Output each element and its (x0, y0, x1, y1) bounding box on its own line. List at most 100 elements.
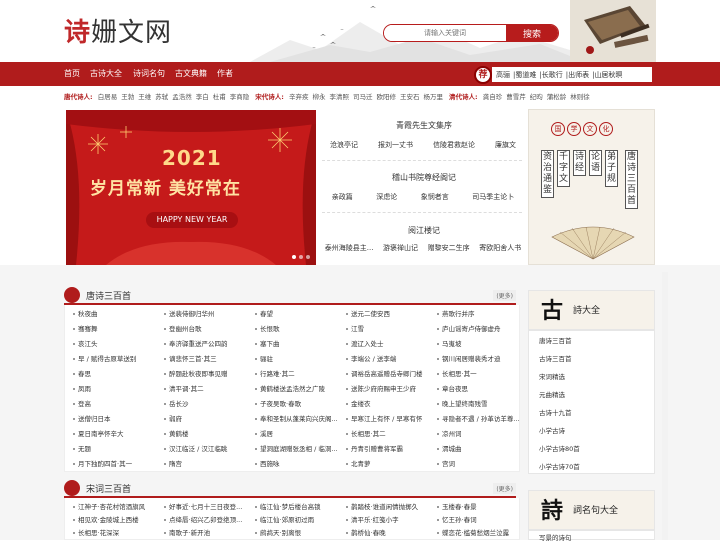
article-link[interactable]: 廉旗文 (495, 140, 516, 150)
poet-link[interactable]: 王勃 (121, 93, 134, 101)
poet-link[interactable]: 杨万里 (423, 93, 443, 101)
poem-link[interactable]: 点绛唇·绍兴乙卯登绝顶... (164, 514, 248, 524)
recommend-link[interactable]: 山居秋暝 (594, 70, 622, 80)
recommend-link[interactable]: 高骊 (496, 70, 510, 80)
poem-link[interactable]: 哀江头 (73, 338, 157, 348)
scrollbar[interactable] (662, 272, 668, 540)
article-link[interactable]: 信陵君救赵论 (433, 140, 475, 150)
poem-link[interactable]: 章台夜思 (437, 383, 521, 393)
poem-link[interactable]: 夏日南亭怀辛大 (73, 428, 157, 438)
poem-link[interactable]: 塞下曲 (255, 338, 339, 348)
article-link[interactable]: 报刘一丈书 (378, 140, 413, 150)
poet-link[interactable]: 林则徐 (570, 93, 590, 101)
poem-link[interactable]: 黄鹤楼 (164, 428, 248, 438)
book-link[interactable]: 千字文 (557, 150, 570, 187)
carousel-dot[interactable] (292, 255, 296, 259)
poem-link[interactable]: 骞骞舞 (73, 323, 157, 333)
recommend-link[interactable]: 出师表 (568, 70, 589, 80)
poem-link[interactable]: 宫词 (437, 458, 521, 468)
poem-link[interactable]: 庐山谣寄卢侍御虚舟 (437, 323, 521, 333)
poem-link[interactable]: 弱府 (164, 413, 248, 423)
category-link[interactable]: 元曲精选 (539, 389, 565, 399)
poet-link[interactable]: 苏轼 (155, 93, 168, 101)
poem-link[interactable]: 晚上望终南残雪 (437, 398, 521, 408)
poem-link[interactable]: 渡辽入处士 (346, 338, 430, 348)
poem-link[interactable]: 清平乐·红笺小字 (346, 514, 430, 524)
poem-link[interactable]: 醉题赴秋夜即事见赠 (164, 368, 248, 378)
poet-link[interactable]: 柳永 (312, 93, 325, 101)
article-link[interactable]: 沧浪亭记 (330, 140, 358, 150)
carousel-dot[interactable] (306, 255, 310, 259)
poet-link[interactable]: 纪昀 (530, 93, 543, 101)
section-title[interactable]: 阅江楼记 (324, 225, 524, 236)
poem-link[interactable]: 谪悲怀三首·其三 (164, 353, 248, 363)
poem-link[interactable]: 岳长沙 (164, 398, 248, 408)
site-logo[interactable]: 诗姗文网 (64, 12, 172, 49)
book-link[interactable]: 诗经 (573, 150, 586, 176)
book-link[interactable]: 资治通鉴 (541, 150, 554, 198)
poem-link[interactable]: 望洞庭湖赠张丞相 / 临洞... (255, 443, 339, 453)
poem-link[interactable]: 鹊踏枝·谁道闲情抛掷久 (346, 501, 430, 511)
poem-link[interactable]: 丹青引赠曹将军霸 (346, 443, 430, 453)
carousel-dot[interactable] (299, 255, 303, 259)
poem-link[interactable]: 登幽州台歌 (164, 323, 248, 333)
poem-link[interactable]: 马嵬坡 (437, 338, 521, 348)
poet-link[interactable]: 司马迁 (353, 93, 373, 101)
poem-link[interactable]: 调裕岳高遥赠岳寺卿门楼 (346, 368, 430, 378)
poet-link[interactable]: 欧阳修 (376, 93, 396, 101)
article-link[interactable]: 泰州海陵县主... (325, 243, 374, 253)
poem-link[interactable]: 燕歌行并序 (437, 308, 521, 318)
article-link[interactable]: 游褒禅山记 (383, 243, 418, 253)
search-input[interactable] (384, 25, 506, 41)
poem-link[interactable]: 清平调·其二 (164, 383, 248, 393)
poem-link[interactable]: 西施咏 (255, 458, 339, 468)
poem-link[interactable]: 好事近·七月十三日夜登... (164, 501, 248, 511)
poem-link[interactable]: 送元二使安西 (346, 308, 430, 318)
category-link[interactable]: 古诗十九首 (539, 407, 572, 417)
category-link[interactable]: 唐诗三百首 (539, 335, 572, 345)
nav-item-author[interactable]: 作者 (217, 62, 233, 86)
poem-link[interactable]: 早寒江上有怀 / 早寒有怀 (346, 413, 430, 423)
category-link[interactable]: 小学古诗 (539, 425, 565, 435)
poem-link[interactable]: 南歌子·新开池 (164, 527, 248, 537)
poem-link[interactable]: 长相思·花深深 (73, 527, 157, 537)
poem-link[interactable]: 江雪 (346, 323, 430, 333)
poet-link[interactable]: 王维 (138, 93, 151, 101)
recommend-link[interactable]: 长歌行 (542, 70, 563, 80)
poem-link[interactable]: 凤雨 (73, 383, 157, 393)
poem-link[interactable]: 鹊桥仙·春晚 (346, 527, 430, 537)
poem-link[interactable]: 黄鹤楼送孟浩然之广陵 (255, 383, 339, 393)
poem-link[interactable]: 汉江临泛 / 汉江临眺 (164, 443, 248, 453)
nav-item-gushi[interactable]: 古诗大全 (90, 62, 122, 86)
poem-link[interactable]: 长相思·其一 (437, 368, 521, 378)
poem-link[interactable]: 送陈少府府赐申王少府 (346, 383, 430, 393)
poem-link[interactable]: 李端公 / 送李端 (346, 353, 430, 363)
poem-link[interactable]: 秋夜曲 (73, 308, 157, 318)
song-more-link[interactable]: (更多) (493, 483, 516, 494)
poet-link[interactable]: 曹雪芹 (506, 93, 526, 101)
poet-link[interactable]: 辛弃疾 (289, 93, 309, 101)
section-title[interactable]: 青霞先生文集序 (324, 120, 524, 131)
poem-link[interactable]: 奉济驿重送严公四韵 (164, 338, 248, 348)
poem-link[interactable]: 寻隐者不遇 / 孙革访羊尊... (437, 413, 521, 423)
tang-list-title[interactable]: 唐诗三百首 (86, 289, 131, 302)
article-link[interactable]: 寄欧阳舍人书 (479, 243, 521, 253)
poem-link[interactable]: 玉楼春·春景 (437, 501, 521, 511)
section-title[interactable]: 稽山书院尊经阁记 (324, 172, 524, 183)
article-link[interactable]: 司马季主论卜 (472, 192, 514, 202)
article-link[interactable]: 赠黎安二生序 (428, 243, 470, 253)
nav-item-guwen[interactable]: 古文典籍 (175, 62, 207, 86)
category-link[interactable]: 古诗三百首 (539, 353, 572, 363)
new-year-banner[interactable]: 2021 岁月常新 美好常在 HAPPY NEW YEAR (66, 110, 316, 265)
poet-link[interactable]: 孟浩然 (172, 93, 192, 101)
poem-link[interactable]: 凉州词 (437, 428, 521, 438)
poet-link[interactable]: 李商隐 (230, 93, 250, 101)
article-link[interactable]: 象悯者言 (421, 192, 449, 202)
poem-link[interactable]: 溪居 (255, 428, 339, 438)
poem-link[interactable]: 月下独酌四首·其一 (73, 458, 157, 468)
poet-link[interactable]: 李白 (196, 93, 209, 101)
poem-link[interactable]: 金缕衣 (346, 398, 430, 408)
book-link[interactable]: 唐诗三百首 (625, 150, 638, 209)
poem-link[interactable]: 临江仙·梦后楼台高锁 (255, 501, 339, 511)
poem-link[interactable]: 送裴侍御归华州 (164, 308, 248, 318)
